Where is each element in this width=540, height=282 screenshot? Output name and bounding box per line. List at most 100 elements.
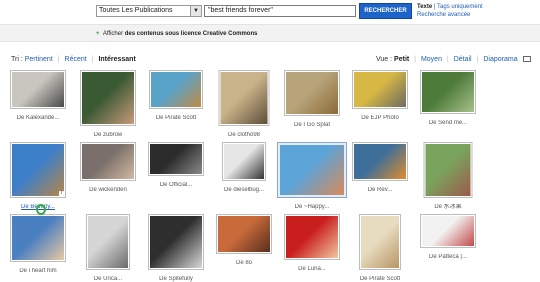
mode-tags-link[interactable]: Tags uniquement [437, 4, 483, 10]
thumbnail-frame [10, 214, 66, 262]
photo-caption[interactable]: De EJP Photo [345, 115, 415, 122]
view-slideshow[interactable]: Diaporama [483, 56, 517, 63]
thumbnail-image[interactable] [354, 72, 406, 107]
photo-caption[interactable]: De Kalexande... [3, 115, 73, 122]
cursor-icon [36, 204, 46, 215]
search-button[interactable]: RECHERCHER [359, 3, 412, 19]
photo-thumbnail[interactable]: De i heart him [3, 214, 73, 276]
photo-caption[interactable]: De Patteca |... [413, 254, 483, 261]
thumbnail-frame [284, 214, 340, 260]
info-icon: i [59, 190, 64, 196]
sort-recent[interactable]: Récent [65, 56, 87, 63]
photo-caption[interactable]: De Pirate Scott [141, 115, 211, 122]
photo-caption[interactable]: De Spitefully [141, 276, 211, 282]
thumbnail-image[interactable] [286, 72, 338, 114]
search-mode: Texte | Tags uniquement Recherche avancé… [417, 3, 483, 19]
thumbnail-image[interactable] [12, 72, 64, 107]
view-medium[interactable]: Moyen [421, 56, 442, 63]
advanced-search-link[interactable]: Recherche avancée [417, 12, 470, 18]
slideshow-icon[interactable] [522, 56, 531, 62]
thumbnail-image[interactable] [425, 144, 471, 196]
photo-caption[interactable]: De ~Happy... [277, 204, 347, 211]
thumbnail-frame [352, 70, 408, 109]
thumbnail-frame [80, 70, 136, 126]
chevron-down-icon: ▼ [190, 6, 201, 16]
photo-thumbnail[interactable]: De Urica... [73, 214, 143, 282]
photo-caption[interactable]: De Pirate Scott [345, 276, 415, 282]
thumbnail-image[interactable] [422, 72, 474, 112]
thumbnail-image[interactable] [82, 72, 134, 124]
photo-thumbnail[interactable]: De Kalexande... [3, 70, 73, 132]
thumbnail-frame [148, 142, 204, 176]
thumbnail-image[interactable] [151, 72, 201, 107]
thumbnail-image[interactable] [354, 144, 406, 179]
photo-caption[interactable]: De Rev... [345, 187, 415, 194]
photo-caption[interactable]: De Luna... [277, 266, 347, 273]
thumbnail-frame [423, 142, 473, 198]
thumbnail-image[interactable] [280, 145, 344, 195]
thumbnail-image[interactable] [12, 144, 64, 196]
photo-thumbnail[interactable]: De Send me... [413, 70, 483, 132]
thumbnail-image[interactable] [286, 216, 338, 258]
photo-caption[interactable]: De zubrow [73, 132, 143, 139]
divider: | [91, 56, 94, 63]
thumbnail-image[interactable] [220, 72, 268, 124]
divider: | [446, 56, 449, 63]
thumbnail-frame [10, 70, 66, 109]
thumbnail-image[interactable] [422, 216, 474, 246]
thumbnail-image[interactable] [88, 216, 128, 268]
creative-commons-bar: + Afficher des contenus sous licence Cre… [0, 24, 540, 42]
thumbnail-frame [277, 142, 347, 198]
photo-caption[interactable]: De clotho98 [209, 132, 279, 139]
photo-caption[interactable]: De I Go Splat [277, 122, 347, 129]
sort-pertinent[interactable]: Pertinent [25, 56, 53, 63]
thumbnail-image[interactable] [218, 216, 270, 252]
photo-thumbnail[interactable]: De I Go Splat [277, 70, 347, 132]
photo-thumbnail[interactable]: De Patteca |... [413, 214, 483, 276]
photo-caption[interactable]: De 水冰果 [413, 204, 483, 211]
thumbnail-image[interactable] [224, 144, 264, 179]
sort-interesting: Intéressant [98, 56, 136, 63]
photo-caption[interactable]: De Urica... [73, 276, 143, 282]
photo-thumbnail[interactable]: De ~Happy... [277, 142, 347, 210]
photo-thumbnail[interactable]: De Official... [141, 142, 211, 204]
photo-thumbnail[interactable]: De Rev... [345, 142, 415, 204]
photo-caption[interactable]: De wickenden [73, 187, 143, 194]
scope-select[interactable]: Toutes Les Publications ▼ [96, 5, 202, 17]
photo-thumbnail[interactable]: De wickenden [73, 142, 143, 204]
photo-thumbnail[interactable]: De dieselbug... [209, 142, 279, 204]
photo-thumbnail[interactable]: De Spitefully [141, 214, 211, 282]
photo-thumbnail[interactable]: De EJP Photo [345, 70, 415, 132]
thumbnail-image[interactable] [150, 216, 202, 268]
photo-thumbnail[interactable]: De clotho98 [209, 70, 279, 138]
photo-caption[interactable]: De dieselbug... [209, 187, 279, 194]
scope-value: Toutes Les Publications [99, 7, 173, 14]
thumbnail-frame [86, 214, 130, 270]
photo-thumbnail[interactable]: De 8o [209, 214, 279, 276]
divider: | [414, 56, 416, 63]
sort-bar: Tri : Pertinent | Récent | Intéressant [11, 55, 136, 64]
thumbnail-image[interactable] [150, 144, 202, 174]
photo-thumbnail[interactable]: i De Beverly... [3, 142, 73, 210]
photo-thumbnail[interactable]: De 水冰果 [413, 142, 483, 210]
thumbnail-frame [216, 214, 272, 254]
photo-thumbnail[interactable]: De Pirate Scott [141, 70, 211, 132]
thumbnail-image[interactable] [82, 144, 134, 179]
thumbnail-frame [359, 214, 401, 270]
photo-caption[interactable]: De i heart him [3, 268, 73, 275]
thumbnail-image[interactable] [12, 216, 64, 260]
thumbnail-frame [218, 70, 270, 126]
photo-caption[interactable]: De Official... [141, 182, 211, 189]
thumbnail-frame [80, 142, 136, 181]
photo-thumbnail[interactable]: De Luna... [277, 214, 347, 276]
cc-toggle[interactable]: + Afficher des contenus sous licence Cre… [96, 30, 257, 38]
view-bar: Vue : Petit | Moyen | Détail | Diaporama [376, 55, 531, 64]
photo-caption[interactable]: De Send me... [413, 120, 483, 127]
thumbnail-image[interactable] [361, 216, 399, 268]
view-detail[interactable]: Détail [454, 56, 472, 63]
photo-caption[interactable]: De 8o [209, 260, 279, 267]
view-label: Vue : [376, 56, 393, 63]
photo-thumbnail[interactable]: De Pirate Scott [345, 214, 415, 282]
search-input[interactable]: "best friends forever" [204, 5, 356, 17]
photo-thumbnail[interactable]: De zubrow [73, 70, 143, 138]
